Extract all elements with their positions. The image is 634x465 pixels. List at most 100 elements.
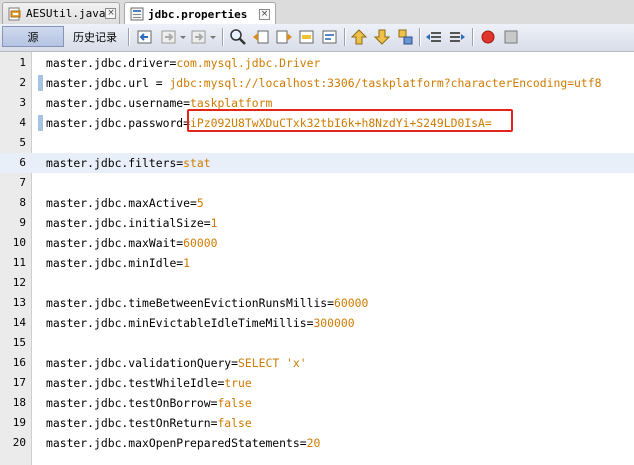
toolbar-separator [222, 28, 224, 46]
code-text: master.jdbc.testWhileIdle=true [46, 373, 252, 393]
property-key: master.jdbc.initialSize= [46, 216, 211, 230]
tab-aesutil-java[interactable]: AESUtil.java × [2, 2, 120, 24]
previous-bookmark-icon[interactable] [350, 28, 368, 46]
code-text: master.jdbc.minIdle=1 [46, 253, 190, 273]
dropdown-icon[interactable] [208, 28, 218, 46]
line-number: 8 [19, 196, 26, 209]
property-key: master.jdbc.driver= [46, 56, 177, 70]
property-key: master.jdbc.minIdle= [46, 256, 184, 270]
back-icon[interactable] [136, 28, 154, 46]
editor-toolbar: 源 历史记录 [0, 24, 634, 52]
code-line[interactable]: 1 master.jdbc.driver=com.mysql.jdbc.Drive… [0, 53, 634, 73]
editor-tab-bar: AESUtil.java × jdbc.properties × [0, 0, 634, 25]
property-key: master.jdbc.password= [46, 116, 191, 130]
line-number: 10 [12, 236, 26, 249]
code-line[interactable]: 12 [0, 273, 634, 293]
code-line[interactable]: 16 master.jdbc.validationQuery=SELECT 'x' [0, 353, 634, 373]
line-number: 9 [19, 216, 26, 229]
code-text: master.jdbc.initialSize=1 [46, 213, 217, 233]
toggle-bookmark-icon[interactable] [396, 28, 414, 46]
code-line[interactable]: 20 master.jdbc.maxOpenPreparedStatements=… [0, 433, 634, 453]
property-value: jdbc:mysql://localhost:3306/taskplatform… [169, 76, 602, 90]
property-value: stat [183, 156, 211, 170]
find-selection-icon[interactable] [321, 28, 339, 46]
property-value: 1 [210, 216, 218, 230]
stop-macro-icon[interactable] [502, 28, 520, 46]
code-line[interactable]: 15 [0, 333, 634, 353]
property-key: master.jdbc.validationQuery= [46, 356, 239, 370]
property-value: true [224, 376, 252, 390]
property-key: master.jdbc.testOnBorrow= [46, 396, 218, 410]
property-key: master.jdbc.username= [46, 96, 191, 110]
line-number: 5 [19, 136, 26, 149]
code-text: master.jdbc.driver=com.mysql.jdbc.Driver [46, 53, 320, 73]
find-next-icon[interactable] [275, 28, 293, 46]
code-line[interactable]: 18 master.jdbc.testOnBorrow=false [0, 393, 634, 413]
property-key: master.jdbc.testOnReturn= [46, 416, 218, 430]
close-icon[interactable]: × [259, 8, 270, 20]
property-key: master.jdbc.filters= [46, 156, 184, 170]
code-line[interactable]: 13 master.jdbc.timeBetweenEvictionRunsMil… [0, 293, 634, 313]
property-key: master.jdbc.maxOpenPreparedStatements= [46, 436, 307, 450]
code-line[interactable]: 19 master.jdbc.testOnReturn=false [0, 413, 634, 433]
code-line[interactable]: 9 master.jdbc.initialSize=1 [0, 213, 634, 233]
line-number: 20 [12, 436, 26, 449]
code-line[interactable]: 14 master.jdbc.minEvictableIdleTimeMillis… [0, 313, 634, 333]
code-editor[interactable]: 1 master.jdbc.driver=com.mysql.jdbc.Drive… [0, 52, 634, 465]
code-line[interactable]: 10 master.jdbc.maxWait=60000 [0, 233, 634, 253]
property-value: SELECT 'x' [238, 356, 307, 370]
shift-right-icon[interactable] [448, 28, 466, 46]
line-number: 18 [12, 396, 26, 409]
code-text: master.jdbc.maxActive=5 [46, 193, 204, 213]
code-line[interactable]: 7 [0, 173, 634, 193]
find-previous-icon[interactable] [252, 28, 270, 46]
line-number: 16 [12, 356, 26, 369]
line-number: 11 [12, 256, 26, 269]
toolbar-separator [472, 28, 474, 46]
code-line[interactable]: 11 master.jdbc.minIdle=1 [0, 253, 634, 273]
properties-file-icon [130, 7, 144, 21]
line-number: 6 [19, 156, 26, 169]
forward-icon[interactable] [190, 28, 208, 46]
line-number: 13 [12, 296, 26, 309]
line-number: 4 [19, 116, 26, 129]
find-icon[interactable] [229, 28, 247, 46]
close-icon[interactable]: × [105, 8, 117, 19]
code-text: master.jdbc.timeBetweenEvictionRunsMilli… [46, 293, 368, 313]
property-key: master.jdbc.url = [46, 76, 170, 90]
source-view-button[interactable]: 源 [2, 26, 64, 47]
property-key: master.jdbc.maxWait= [46, 236, 184, 250]
history-view-button[interactable]: 历史记录 [66, 26, 124, 47]
java-file-icon [8, 7, 22, 21]
line-number: 17 [12, 376, 26, 389]
code-text: master.jdbc.testOnBorrow=false [46, 393, 252, 413]
tab-label: jdbc.properties [148, 7, 248, 21]
code-line[interactable]: 6 master.jdbc.filters=stat [0, 153, 634, 173]
code-line[interactable]: 17 master.jdbc.testWhileIdle=true [0, 373, 634, 393]
record-macro-icon[interactable] [479, 28, 497, 46]
property-key: master.jdbc.timeBetweenEvictionRunsMilli… [46, 296, 335, 310]
code-line[interactable]: 8 master.jdbc.maxActive=5 [0, 193, 634, 213]
property-key: master.jdbc.maxActive= [46, 196, 197, 210]
code-line[interactable]: 2 master.jdbc.url = jdbc:mysql://localhos… [0, 73, 634, 93]
line-number: 12 [12, 276, 26, 289]
tab-jdbc-properties[interactable]: jdbc.properties × [124, 2, 276, 25]
password-highlight-box [187, 109, 513, 132]
shift-left-icon[interactable] [425, 28, 443, 46]
property-value: 1 [183, 256, 191, 270]
toggle-highlight-icon[interactable] [298, 28, 316, 46]
property-value: taskplatform [190, 96, 273, 110]
forward-history-icon[interactable] [160, 28, 178, 46]
property-value: 5 [196, 196, 204, 210]
line-number: 2 [19, 76, 26, 89]
line-number: 15 [12, 336, 26, 349]
line-number: 1 [19, 56, 26, 69]
next-bookmark-icon[interactable] [373, 28, 391, 46]
property-value: false [217, 416, 252, 430]
dropdown-icon[interactable] [178, 28, 188, 46]
line-number: 19 [12, 416, 26, 429]
toolbar-separator [419, 28, 421, 46]
toolbar-separator [344, 28, 346, 46]
code-line[interactable]: 5 [0, 133, 634, 153]
property-key: master.jdbc.testWhileIdle= [46, 376, 225, 390]
